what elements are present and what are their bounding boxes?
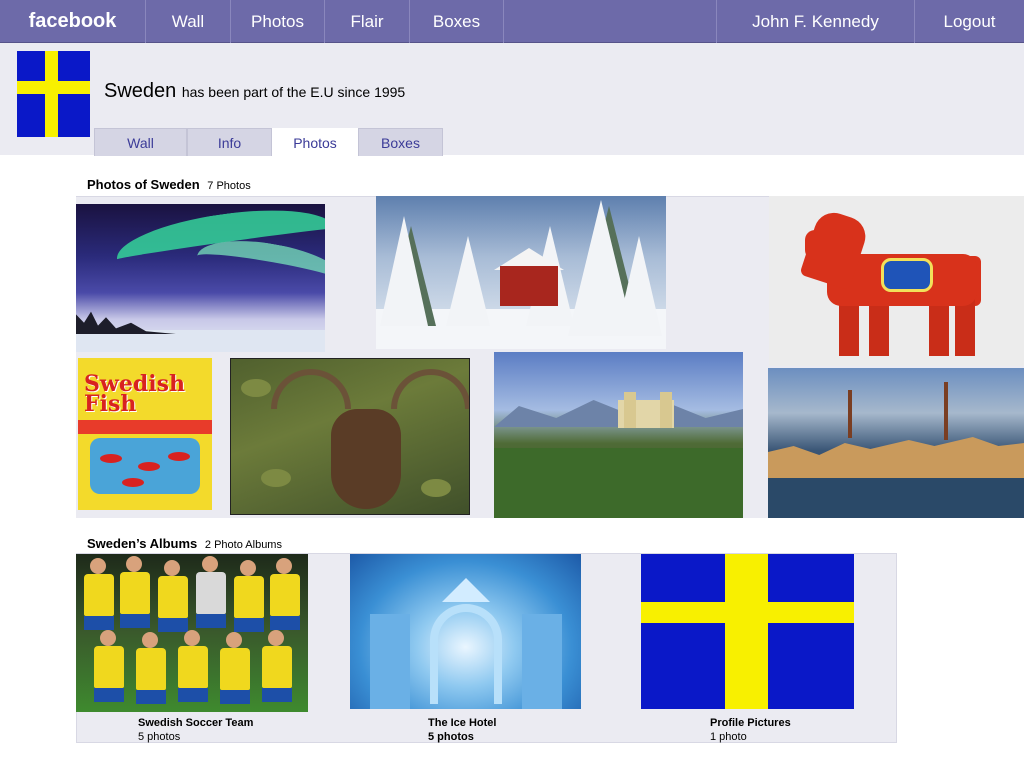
- album-profile-pictures-name[interactable]: Profile Pictures: [710, 716, 791, 730]
- nav-flair[interactable]: Flair: [325, 0, 410, 43]
- facebook-page: facebook Wall Photos Flair Boxes John F.…: [0, 0, 1024, 768]
- nav-wall[interactable]: Wall: [146, 0, 231, 43]
- facebook-logo[interactable]: facebook: [0, 0, 146, 43]
- ice-hotel-album-cover[interactable]: [350, 554, 581, 709]
- profile-name[interactable]: Sweden: [104, 80, 176, 102]
- album-ice-hotel-label[interactable]: The Ice Hotel 5 photos: [428, 716, 496, 744]
- nav-user-profile[interactable]: John F. Kennedy: [716, 0, 914, 43]
- album-soccer-label[interactable]: Swedish Soccer Team 5 photos: [138, 716, 253, 744]
- dala-horse-photo[interactable]: [769, 196, 1024, 366]
- moose-photo[interactable]: [230, 358, 470, 515]
- profile-title: Sweden has been part of the E.U since 19…: [104, 80, 405, 103]
- album-profile-pictures-label[interactable]: Profile Pictures 1 photo: [710, 716, 791, 744]
- album-ice-hotel-name[interactable]: The Ice Hotel: [428, 716, 496, 730]
- photos-count: 7 Photos: [207, 180, 251, 192]
- profile-picture[interactable]: [17, 51, 90, 137]
- albums-count: 2 Photo Albums: [204, 539, 282, 551]
- tab-wall[interactable]: Wall: [94, 128, 187, 156]
- profile-tagline: has been part of the E.U since 1995: [181, 84, 406, 100]
- profile-pictures-album-cover[interactable]: [641, 554, 854, 709]
- albums-title-text: Sweden’s Albums: [87, 536, 198, 551]
- logout-button[interactable]: Logout: [914, 0, 1024, 43]
- snow-forest-photo[interactable]: [376, 196, 666, 349]
- nav-photos[interactable]: Photos: [231, 0, 325, 43]
- aurora-photo[interactable]: [76, 204, 325, 352]
- profile-header: Sweden has been part of the E.U since 19…: [0, 43, 1024, 156]
- album-soccer-count: 5 photos: [138, 731, 181, 743]
- stockholm-photo[interactable]: [768, 368, 1024, 518]
- soccer-team-album-cover[interactable]: [76, 554, 308, 712]
- tab-photos[interactable]: Photos: [272, 128, 358, 156]
- swedish-fish-photo[interactable]: Swedish Fish: [78, 358, 212, 510]
- swedish-fish-package-text: Swedish Fish: [84, 371, 185, 417]
- album-ice-hotel-count: 5 photos: [428, 731, 474, 743]
- album-soccer-name[interactable]: Swedish Soccer Team: [138, 716, 253, 730]
- nav-boxes[interactable]: Boxes: [410, 0, 504, 43]
- albums-section-title: Sweden’s Albums 2 Photo Albums: [87, 536, 282, 551]
- tab-info[interactable]: Info: [187, 128, 272, 156]
- photos-section-title: Photos of Sweden 7 Photos: [87, 177, 251, 192]
- castle-photo[interactable]: [494, 352, 743, 518]
- top-navigation-bar: facebook Wall Photos Flair Boxes John F.…: [0, 0, 1024, 43]
- photos-title-text: Photos of Sweden: [87, 177, 200, 192]
- tab-boxes[interactable]: Boxes: [358, 128, 443, 156]
- album-profile-pictures-count: 1 photo: [710, 731, 747, 743]
